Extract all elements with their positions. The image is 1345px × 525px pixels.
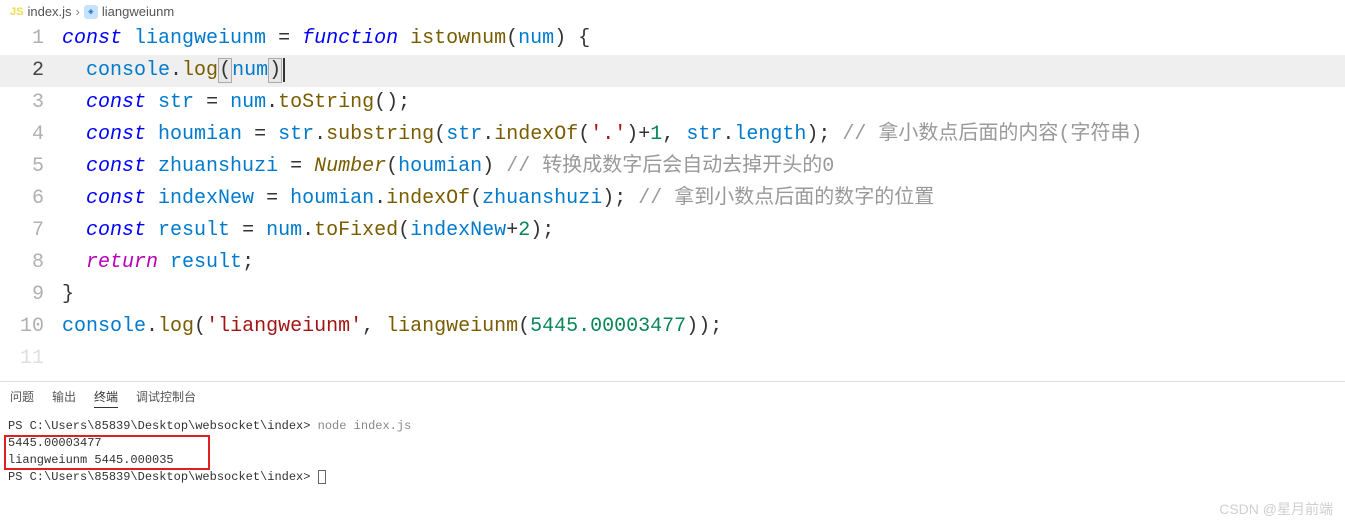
code-editor[interactable]: 1 const liangweiunm = function istownum(… [0, 23, 1345, 375]
line-number: 11 [0, 343, 62, 375]
variable-icon: ◈ [84, 5, 98, 19]
terminal-line: PS C:\Users\85839\Desktop\websocket\inde… [8, 418, 1337, 435]
panel-tabs: 问题 输出 终端 调试控制台 [0, 382, 1345, 414]
code-line[interactable]: 6 const indexNew = houmian.indexOf(zhuan… [0, 183, 1345, 215]
terminal-cursor-icon [318, 470, 326, 484]
code-line[interactable]: 10 console.log('liangweiunm', liangweiun… [0, 311, 1345, 343]
breadcrumb-symbol[interactable]: liangweiunm [102, 4, 174, 19]
line-number: 1 [0, 23, 62, 55]
line-number: 8 [0, 247, 62, 279]
code-line[interactable]: 7 const result = num.toFixed(indexNew+2)… [0, 215, 1345, 247]
tab-output[interactable]: 输出 [52, 386, 76, 408]
breadcrumb-file[interactable]: index.js [27, 4, 71, 19]
terminal-output: liangweiunm 5445.000035 [8, 452, 1337, 469]
terminal[interactable]: PS C:\Users\85839\Desktop\websocket\inde… [0, 414, 1345, 490]
watermark: CSDN @星月前端 [1219, 499, 1333, 519]
code-line-active[interactable]: 2 console.log(num) [0, 55, 1345, 87]
line-number: 7 [0, 215, 62, 247]
line-number: 2 [0, 55, 62, 87]
text-cursor [283, 58, 285, 82]
js-file-icon: JS [10, 6, 23, 18]
tab-terminal[interactable]: 终端 [94, 386, 118, 408]
tab-problems[interactable]: 问题 [10, 386, 34, 408]
bottom-panel: 问题 输出 终端 调试控制台 PS C:\Users\85839\Desktop… [0, 381, 1345, 490]
terminal-output: 5445.00003477 [8, 435, 1337, 452]
code-line[interactable]: 9 } [0, 279, 1345, 311]
code-line[interactable]: 8 return result; [0, 247, 1345, 279]
code-line[interactable]: 11 [0, 343, 1345, 375]
line-number: 9 [0, 279, 62, 311]
chevron-right-icon: › [76, 4, 80, 19]
line-number: 10 [0, 311, 62, 343]
line-number: 5 [0, 151, 62, 183]
code-line[interactable]: 5 const zhuanshuzi = Number(houmian) // … [0, 151, 1345, 183]
code-line[interactable]: 1 const liangweiunm = function istownum(… [0, 23, 1345, 55]
tab-debug-console[interactable]: 调试控制台 [136, 386, 196, 408]
line-number: 3 [0, 87, 62, 119]
code-line[interactable]: 4 const houmian = str.substring(str.inde… [0, 119, 1345, 151]
code-line[interactable]: 3 const str = num.toString(); [0, 87, 1345, 119]
terminal-line: PS C:\Users\85839\Desktop\websocket\inde… [8, 469, 1337, 486]
line-number: 4 [0, 119, 62, 151]
line-number: 6 [0, 183, 62, 215]
breadcrumb: JS index.js › ◈ liangweiunm [0, 0, 1345, 23]
